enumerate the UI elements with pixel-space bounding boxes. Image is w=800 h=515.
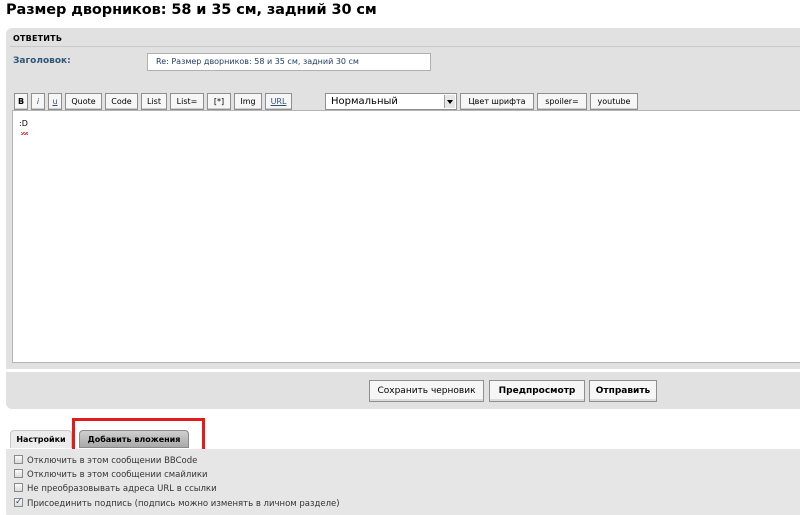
editor-content: :D [19,119,28,135]
quote-button[interactable]: Quote [65,93,102,110]
checkbox[interactable] [14,469,23,478]
italic-button[interactable]: i [31,93,45,110]
message-editor[interactable]: :D [12,110,800,363]
font-size-select[interactable]: Нормальный [325,93,457,110]
submit-button[interactable]: Отправить [589,380,657,402]
reply-heading: ОТВЕТИТЬ [13,34,63,43]
option-label: Не преобразовывать адреса URL в ссылки [27,484,217,494]
option-disable-smilies[interactable]: Отключить в этом сообщении смайлики [14,469,208,481]
save-draft-button[interactable]: Сохранить черновик [369,380,484,402]
bold-button[interactable]: B [14,93,28,110]
code-button[interactable]: Code [105,93,138,110]
checkbox-checked[interactable] [14,496,23,508]
actions-bar: Сохранить черновик Предпросмотр Отправит… [6,372,800,409]
preview-button[interactable]: Предпросмотр [489,380,585,402]
underline-button[interactable]: u [48,93,62,110]
option-label: Отключить в этом сообщении смайлики [27,470,208,480]
chevron-down-icon [444,95,455,108]
checkbox[interactable] [14,455,23,464]
checkbox[interactable] [14,483,23,492]
font-color-button[interactable]: Цвет шрифта [460,93,534,110]
subject-input[interactable]: Re: Размер дворников: 58 и 35 см, задний… [147,53,431,71]
options-panel: Отключить в этом сообщении BBCode Отключ… [6,449,800,515]
url-button[interactable]: URL [265,93,292,110]
spoiler-button[interactable]: spoiler= [537,93,587,110]
list-item-button[interactable]: [*] [207,93,231,110]
option-no-url-links[interactable]: Не преобразовывать адреса URL в ссылки [14,483,217,495]
option-disable-bbcode[interactable]: Отключить в этом сообщении BBCode [14,455,197,467]
list-numbered-button[interactable]: List= [170,93,204,110]
youtube-button[interactable]: youtube [590,93,638,110]
option-attach-signature[interactable]: Присоединить подпись (подпись можно изме… [14,496,340,510]
page-title: Размер дворников: 58 и 35 см, задний 30 … [6,2,377,18]
option-label: Присоединить подпись (подпись можно изме… [27,499,340,509]
tab-settings[interactable]: Настройки [10,430,72,448]
subject-label: Заголовок: [13,56,71,66]
option-label: Отключить в этом сообщении BBCode [27,456,198,466]
font-size-selected: Нормальный [331,96,398,107]
divider [10,46,800,47]
list-button[interactable]: List [141,93,167,110]
img-button[interactable]: Img [234,93,262,110]
